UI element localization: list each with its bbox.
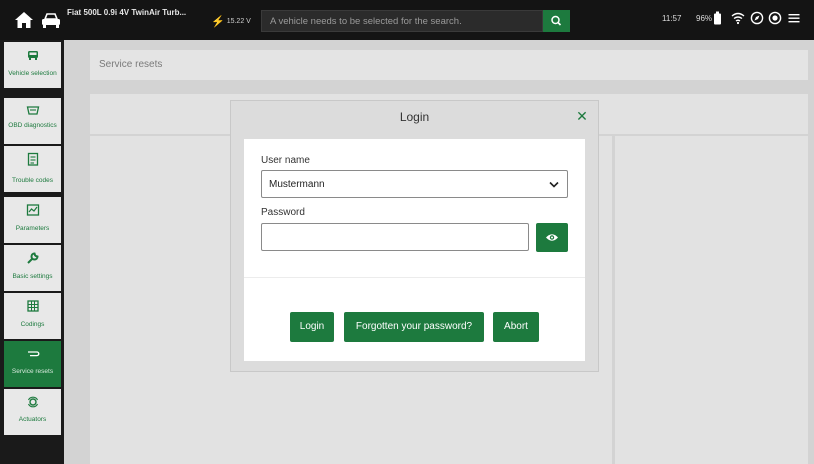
- wrench-icon: [27, 252, 39, 264]
- home-icon[interactable]: [14, 11, 34, 29]
- dialog-title: Login: [399, 110, 430, 124]
- show-password-button[interactable]: [536, 223, 568, 252]
- wifi-icon: [731, 12, 745, 25]
- sidebar-item-codings[interactable]: Codings: [4, 293, 61, 339]
- sidebar-item-obd-diagnostics[interactable]: OBD diagnostics: [4, 98, 61, 144]
- trouble-codes-icon: [27, 152, 39, 166]
- page-header: Service resets: [90, 50, 808, 80]
- sidebar-item-actuators[interactable]: Actuators: [4, 389, 61, 435]
- voltage-indicator: ⚡ 15.22 V: [211, 15, 251, 28]
- sidebar: Vehicle selection OBD diagnostics Troubl…: [0, 40, 64, 464]
- search-icon: [551, 15, 562, 26]
- search-input[interactable]: A vehicle needs to be selected for the s…: [261, 10, 543, 32]
- service-reset-icon: [28, 351, 40, 357]
- login-button[interactable]: Login: [290, 312, 334, 342]
- actuators-icon: [27, 396, 39, 408]
- compass-icon[interactable]: [750, 11, 764, 25]
- abort-button[interactable]: Abort: [493, 312, 539, 342]
- dialog-body: User name Mustermann Password Login Forg…: [244, 139, 585, 361]
- sidebar-item-label: Parameters: [15, 225, 50, 232]
- divider: [244, 277, 585, 278]
- sidebar-item-service-resets[interactable]: Service resets: [4, 341, 61, 387]
- password-label: Password: [261, 207, 305, 218]
- close-icon[interactable]: ✕: [574, 108, 590, 124]
- vehicle-icon[interactable]: [40, 12, 62, 28]
- car-icon: [28, 51, 38, 60]
- vehicle-name[interactable]: Fiat 500L 0.9i 4V TwinAir Turb...: [67, 8, 186, 17]
- clock: 11:57: [662, 14, 682, 23]
- sidebar-item-trouble-codes[interactable]: Trouble codes: [4, 146, 61, 192]
- search-button[interactable]: [543, 10, 570, 32]
- voltage-value: 15.22 V: [226, 18, 251, 25]
- chevron-down-icon: [549, 181, 559, 188]
- sidebar-item-parameters[interactable]: Parameters: [4, 197, 61, 243]
- sidebar-item-label: Actuators: [18, 416, 47, 423]
- menu-icon[interactable]: [787, 11, 801, 25]
- parameters-icon: [26, 204, 40, 216]
- sidebar-item-label: OBD diagnostics: [8, 122, 57, 129]
- account-icon[interactable]: [768, 11, 782, 25]
- bolt-icon: ⚡: [211, 16, 225, 28]
- top-bar: Fiat 500L 0.9i 4V TwinAir Turb... ⚡ 15.22…: [0, 0, 814, 40]
- password-field[interactable]: [261, 223, 529, 251]
- obd-icon: [26, 106, 40, 115]
- sidebar-item-label: Vehicle selection: [8, 70, 57, 77]
- sidebar-item-label: Trouble codes: [12, 177, 53, 184]
- username-select[interactable]: Mustermann: [261, 170, 568, 198]
- eye-icon: [546, 234, 558, 241]
- content-panel-right: [615, 136, 808, 464]
- sidebar-item-basic-settings[interactable]: Basic settings: [4, 245, 61, 291]
- battery-icon: [714, 11, 721, 25]
- sidebar-item-vehicle-selection[interactable]: Vehicle selection: [4, 42, 61, 88]
- codings-icon: [27, 300, 39, 312]
- battery-level: 96%: [696, 14, 713, 23]
- username-label: User name: [261, 155, 310, 166]
- sidebar-item-label: Basic settings: [12, 273, 53, 280]
- username-value: Mustermann: [269, 179, 325, 190]
- page-title: Service resets: [99, 59, 163, 70]
- search-placeholder: A vehicle needs to be selected for the s…: [270, 16, 462, 27]
- sidebar-item-label: Codings: [20, 321, 45, 328]
- sidebar-item-label: Service resets: [11, 368, 54, 375]
- login-dialog: Login ✕ User name Mustermann Password Lo…: [231, 101, 598, 371]
- forgot-password-button[interactable]: Forgotten your password?: [344, 312, 484, 342]
